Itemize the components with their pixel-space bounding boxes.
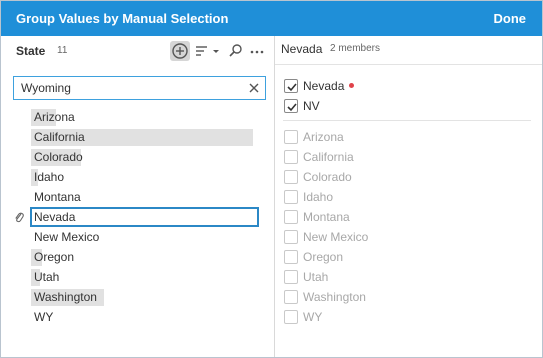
paperclip-icon — [15, 212, 24, 223]
header-divider — [275, 64, 542, 65]
member-item-montana[interactable]: Montana — [284, 209, 534, 227]
member-item-colorado[interactable]: Colorado — [284, 169, 534, 187]
group-values-dialog: Group Values by Manual Selection Done St… — [0, 0, 543, 358]
more-icon — [250, 50, 264, 54]
sort-menu-button[interactable] — [194, 41, 224, 61]
value-label: Arizona — [34, 110, 75, 124]
value-item-washington[interactable]: Washington — [1, 287, 274, 307]
member-label: WY — [303, 310, 323, 324]
member-label: Utah — [303, 270, 329, 284]
unchecked-checkbox[interactable] — [284, 290, 298, 304]
value-item-idaho[interactable]: Idaho — [1, 167, 274, 187]
value-label: Oregon — [34, 250, 75, 264]
value-item-oregon[interactable]: Oregon — [1, 247, 274, 267]
member-label: NV — [303, 99, 320, 113]
dialog-titlebar: Group Values by Manual Selection Done — [1, 1, 542, 36]
search-input[interactable] — [14, 77, 239, 99]
value-item-utah[interactable]: Utah — [1, 267, 274, 287]
unchecked-checkbox[interactable] — [284, 170, 298, 184]
member-label: Oregon — [303, 250, 344, 264]
value-item-montana[interactable]: Montana — [1, 187, 274, 207]
value-label: Washington — [34, 290, 97, 304]
value-item-arizona[interactable]: Arizona — [1, 107, 274, 127]
add-value-button[interactable] — [170, 41, 190, 61]
member-label: Nevada — [303, 79, 355, 93]
value-item-wy[interactable]: WY — [1, 307, 274, 327]
done-button[interactable]: Done — [494, 11, 527, 26]
close-icon — [249, 83, 259, 93]
checked-checkbox[interactable] — [284, 99, 298, 113]
member-label: Montana — [303, 210, 350, 224]
member-label: Idaho — [303, 190, 334, 204]
sort-dropdown-icon — [196, 46, 219, 56]
unchecked-checkbox[interactable] — [284, 130, 298, 144]
value-label: New Mexico — [34, 230, 100, 244]
unchecked-checkbox[interactable] — [284, 190, 298, 204]
unchecked-checkbox[interactable] — [284, 310, 298, 324]
unchecked-checkbox[interactable] — [284, 270, 298, 284]
group-name: Nevada — [281, 42, 323, 56]
field-value-count: 11 — [57, 45, 68, 56]
member-item-arizona[interactable]: Arizona — [284, 129, 534, 147]
member-label: Colorado — [303, 170, 352, 184]
value-label: California — [34, 130, 85, 144]
checkmark-icon — [287, 83, 297, 92]
member-item-california[interactable]: California — [284, 149, 534, 167]
member-label: Washington — [303, 290, 366, 304]
member-item-idaho[interactable]: Idaho — [284, 189, 534, 207]
unchecked-checkbox[interactable] — [284, 230, 298, 244]
search-button[interactable] — [228, 41, 244, 61]
member-item-oregon[interactable]: Oregon — [284, 249, 534, 267]
member-label: Arizona — [303, 130, 344, 144]
member-item-washington[interactable]: Washington — [284, 289, 534, 307]
member-label: California — [303, 150, 354, 164]
member-label: New Mexico — [303, 230, 369, 244]
clear-search-button[interactable] — [247, 81, 261, 95]
value-item-colorado[interactable]: Colorado — [1, 147, 274, 167]
value-label: Idaho — [34, 170, 65, 184]
member-item-nevada[interactable]: Nevada — [284, 78, 534, 96]
value-item-new-mexico[interactable]: New Mexico — [1, 227, 274, 247]
more-options-button[interactable] — [249, 41, 265, 61]
checkmark-icon — [287, 103, 297, 112]
members-divider — [283, 120, 531, 121]
value-label: Nevada — [34, 210, 76, 224]
value-item-california[interactable]: California — [1, 127, 274, 147]
value-label: Montana — [34, 190, 81, 204]
search-field[interactable] — [13, 76, 266, 100]
unchecked-checkbox[interactable] — [284, 150, 298, 164]
field-name: State — [16, 44, 46, 58]
unchecked-checkbox[interactable] — [284, 210, 298, 224]
member-item-wy[interactable]: WY — [284, 309, 534, 327]
search-icon — [229, 44, 242, 57]
value-label: Utah — [34, 270, 60, 284]
values-panel: State 11 Wyoming Arizona California Colo… — [1, 36, 274, 357]
value-label: WY — [34, 310, 54, 324]
add-circle-icon — [172, 43, 188, 59]
member-item-utah[interactable]: Utah — [284, 269, 534, 287]
checked-checkbox[interactable] — [284, 79, 298, 93]
group-panel: Nevada 2 members Nevada NV Arizona Califor… — [275, 36, 542, 357]
member-item-nv[interactable]: NV — [284, 98, 534, 116]
group-member-count: 2 members — [330, 43, 381, 54]
value-label: Colorado — [34, 150, 83, 164]
member-item-new-mexico[interactable]: New Mexico — [284, 229, 534, 247]
changed-indicator-dot — [349, 83, 355, 88]
unchecked-checkbox[interactable] — [284, 250, 298, 264]
dialog-title: Group Values by Manual Selection — [16, 11, 229, 26]
value-item-nevada[interactable]: Nevada — [1, 207, 274, 227]
